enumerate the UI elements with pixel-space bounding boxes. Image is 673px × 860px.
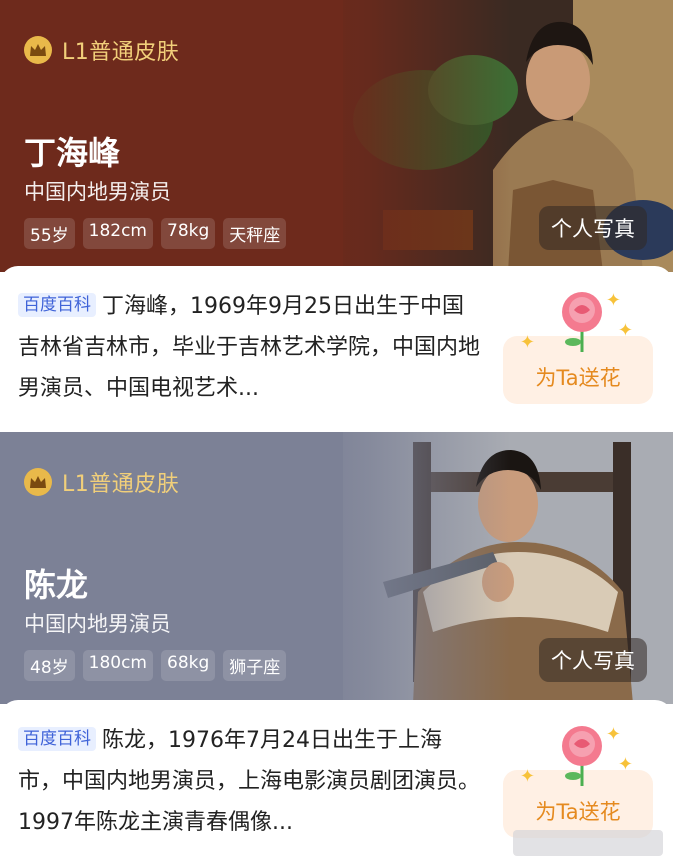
bio-text-block[interactable]: 百度百科 丁海峰，1969年9月25日出生于中国吉林省吉林市，毕业于吉林艺术学院，… (18, 286, 483, 409)
baike-source-badge: 百度百科 (18, 293, 96, 317)
tag-age: 55岁 (24, 218, 75, 249)
bio-section: 百度百科 陈龙，1976年7月24日出生于上海市，中国内地男演员，上海电影演员剧团… (0, 700, 673, 860)
skin-label: L1普通皮肤 (62, 40, 180, 65)
sparkle-icon: ✦ (519, 332, 535, 353)
person-name: 陈龙 (24, 566, 89, 604)
skin-badge[interactable]: L1普通皮肤 (24, 34, 179, 66)
send-flower-label: 为Ta送花 (535, 800, 621, 824)
person-title: 中国内地男演员 (24, 612, 171, 636)
sparkle-icon: ✦ (605, 290, 621, 311)
tag-height: 180cm (82, 650, 153, 681)
photo-album-button[interactable]: 个人写真 (539, 206, 647, 250)
bio-section: 百度百科 丁海峰，1969年9月25日出生于中国吉林省吉林市，毕业于吉林艺术学院，… (0, 266, 673, 432)
card-header[interactable]: L1普通皮肤 陈龙 中国内地男演员 48岁 180cm 68kg 狮子座 个人写… (0, 432, 673, 704)
sparkle-icon: ✦ (617, 754, 633, 775)
tag-list: 48岁 180cm 68kg 狮子座 (24, 650, 287, 681)
bio-text-block[interactable]: 百度百科 陈龙，1976年7月24日出生于上海市，中国内地男演员，上海电影演员剧团… (18, 720, 483, 843)
tag-weight: 68kg (161, 650, 216, 681)
person-name: 丁海峰 (24, 134, 121, 172)
crown-icon (24, 468, 52, 496)
person-card-1: L1普通皮肤 丁海峰 中国内地男演员 55岁 182cm 78kg 天秤座 个人… (0, 0, 673, 432)
tag-zodiac: 天秤座 (223, 218, 287, 249)
tag-zodiac: 狮子座 (223, 650, 287, 681)
sparkle-icon: ✦ (519, 766, 535, 787)
card-header[interactable]: L1普通皮肤 丁海峰 中国内地男演员 55岁 182cm 78kg 天秤座 个人… (0, 0, 673, 272)
tag-age: 48岁 (24, 650, 75, 681)
tag-weight: 78kg (161, 218, 216, 249)
watermark-blur (513, 830, 663, 856)
person-title: 中国内地男演员 (24, 180, 171, 204)
skin-label: L1普通皮肤 (62, 472, 180, 497)
sparkle-icon: ✦ (605, 724, 621, 745)
sparkle-icon: ✦ (617, 320, 633, 341)
crown-icon (24, 36, 52, 64)
tag-height: 182cm (82, 218, 153, 249)
skin-badge[interactable]: L1普通皮肤 (24, 466, 179, 498)
baike-source-badge: 百度百科 (18, 727, 96, 751)
tag-list: 55岁 182cm 78kg 天秤座 (24, 218, 287, 249)
send-flower-label: 为Ta送花 (535, 366, 621, 390)
photo-album-button[interactable]: 个人写真 (539, 638, 647, 682)
person-card-2: L1普通皮肤 陈龙 中国内地男演员 48岁 180cm 68kg 狮子座 个人写… (0, 432, 673, 860)
